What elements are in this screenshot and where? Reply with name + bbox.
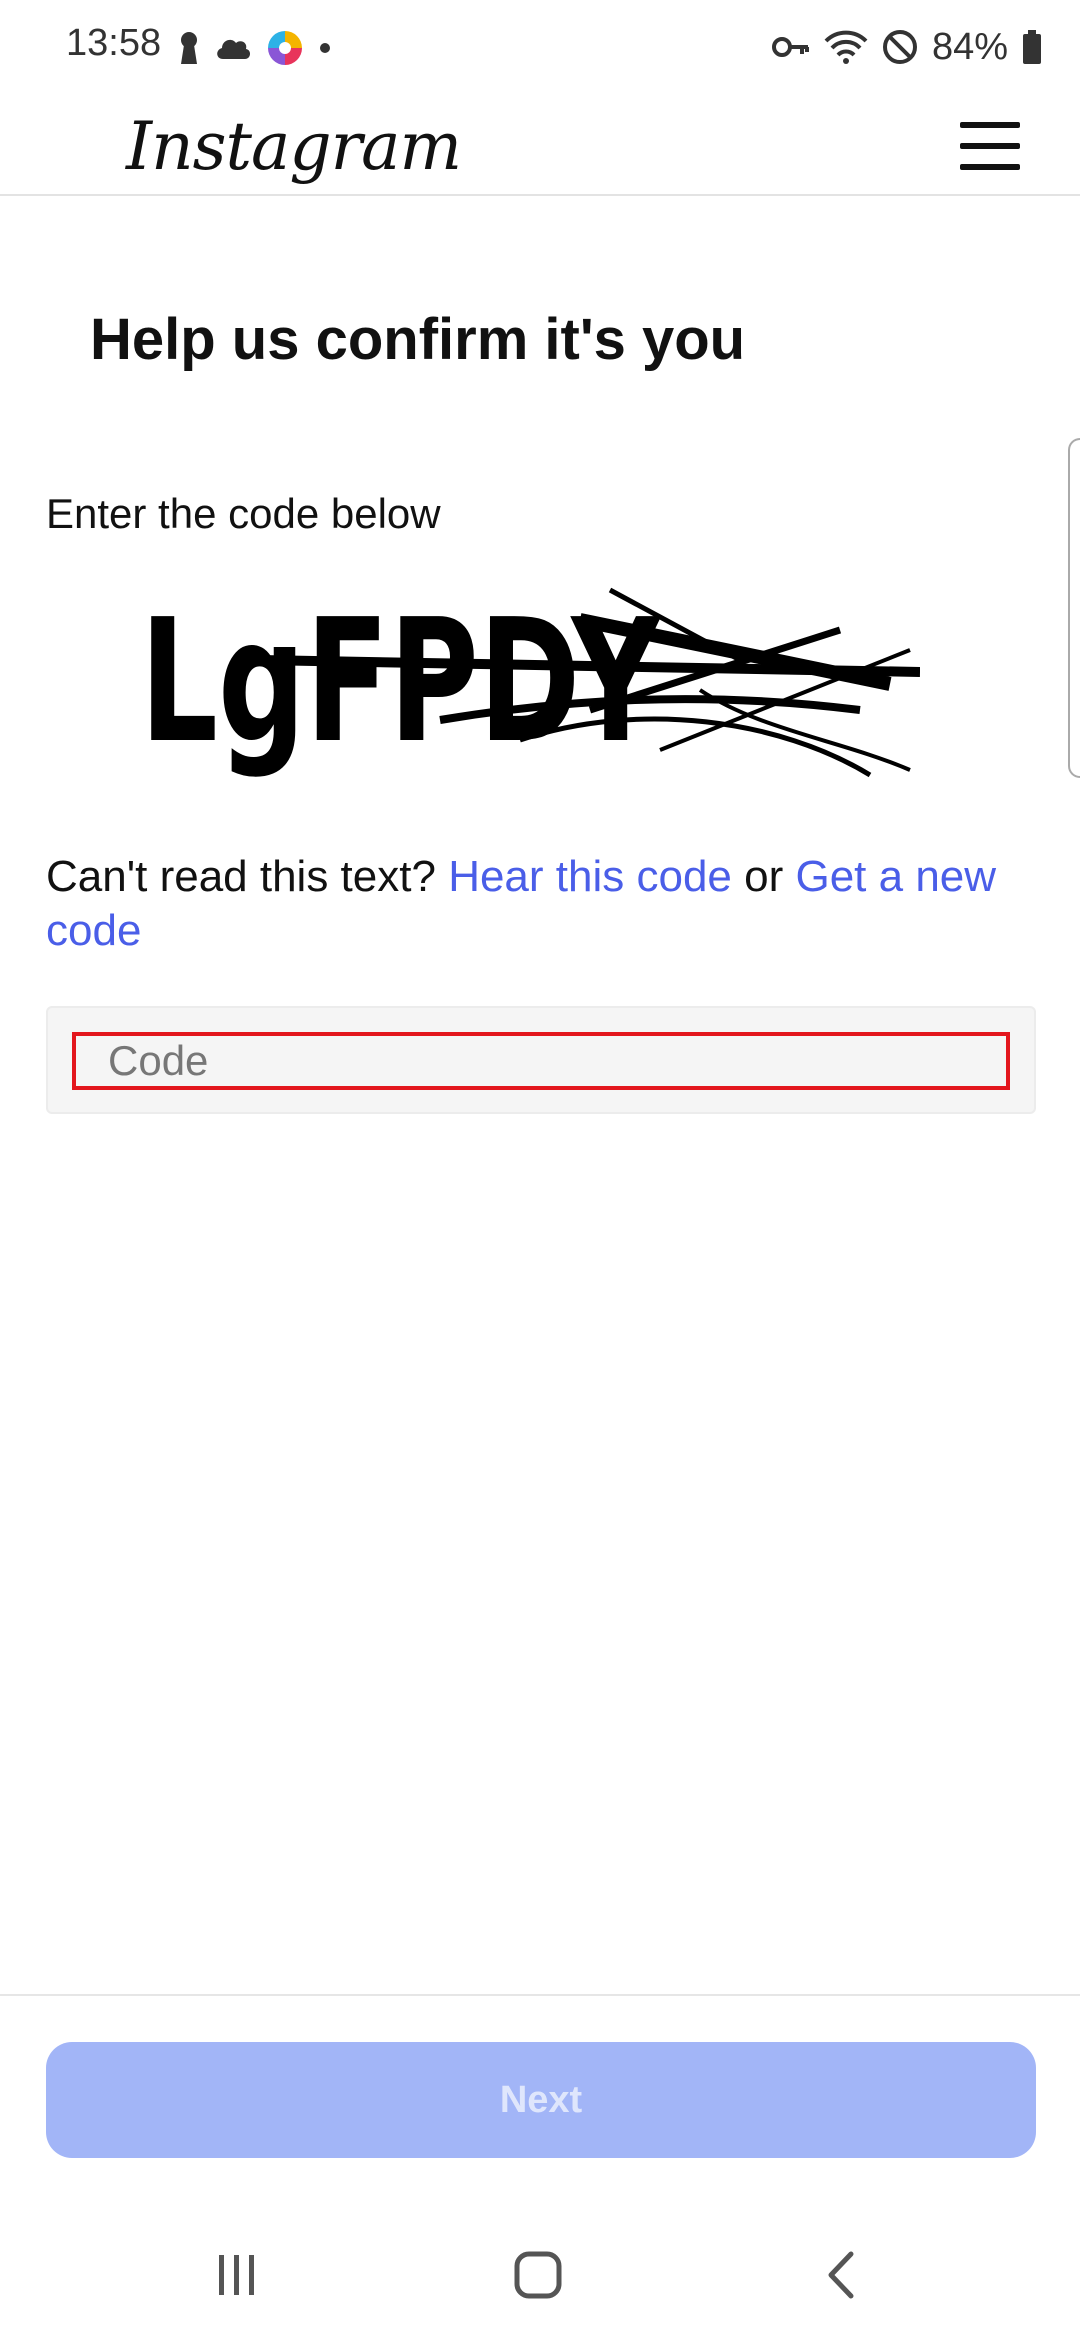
cloud-icon — [217, 39, 251, 59]
hamburger-menu-icon[interactable] — [960, 110, 1022, 182]
captcha-image: LgFPDY — [140, 583, 920, 780]
wifi-icon — [824, 30, 868, 64]
page-title: Help us confirm it's you — [90, 307, 746, 372]
app-icon — [268, 31, 302, 65]
bottom-divider — [0, 1994, 1080, 1996]
do-not-disturb-icon — [882, 30, 917, 64]
instagram-logo[interactable]: Instagram — [126, 96, 462, 196]
instruction-text: Enter the code below — [46, 490, 441, 537]
back-icon[interactable] — [796, 2230, 886, 2320]
system-nav-bar — [0, 2210, 1080, 2340]
hear-code-link[interactable]: Hear this code — [448, 852, 732, 901]
battery-icon — [1023, 30, 1041, 64]
captcha-help-text: Can't read this text? Hear this code or … — [46, 850, 1026, 958]
keyhole-icon — [181, 32, 197, 64]
battery-percent: 84% — [931, 25, 1008, 68]
or-text: or — [744, 852, 784, 901]
next-button[interactable]: Next — [46, 2042, 1036, 2158]
key-icon — [771, 37, 809, 57]
status-bar: 13:58 84% — [0, 0, 1080, 96]
code-field-container — [46, 1006, 1036, 1114]
help-prefix: Can't read this text? — [46, 852, 436, 901]
status-left-icons — [178, 28, 332, 68]
recents-icon[interactable] — [192, 2230, 282, 2320]
code-input[interactable] — [72, 1032, 1010, 1090]
dot-icon — [320, 43, 330, 53]
scroll-indicator — [1068, 438, 1080, 778]
logo-text: Instagram — [126, 107, 462, 185]
captcha-text: LgFPDY — [140, 583, 661, 780]
status-time: 13:58 — [66, 22, 162, 64]
status-right-icons: 84% — [771, 24, 1042, 70]
app-header: Instagram — [0, 96, 1080, 196]
home-icon[interactable] — [493, 2230, 583, 2320]
